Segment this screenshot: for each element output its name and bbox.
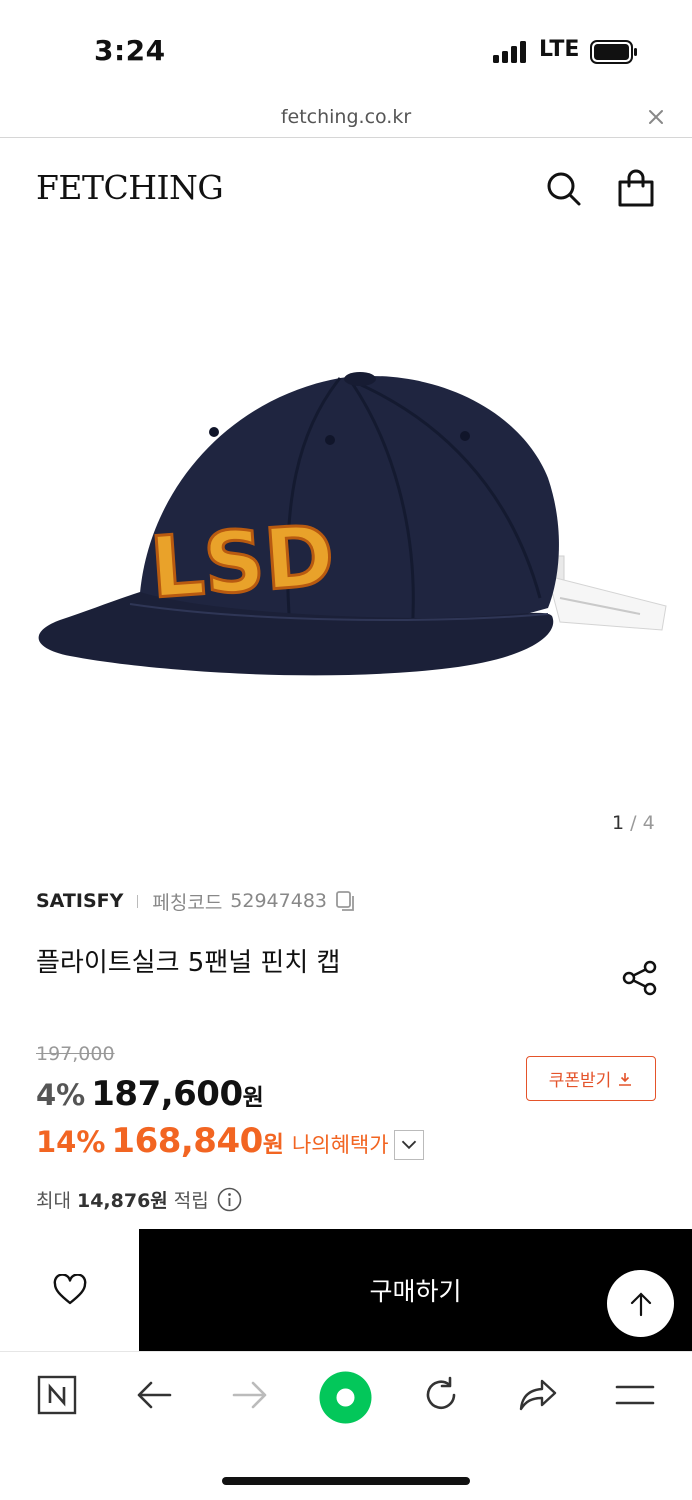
my-benefit-price-row: 14% 168,840 원 나의혜택가 xyxy=(36,1121,389,1161)
coupon-button[interactable]: 쿠폰받기 xyxy=(526,1056,656,1101)
coupon-label: 쿠폰받기 xyxy=(548,1071,612,1091)
info-icon[interactable] xyxy=(217,1187,242,1212)
currency-unit-2: 원 xyxy=(262,1132,284,1158)
chevron-down-icon[interactable] xyxy=(394,1130,424,1160)
heart-icon xyxy=(53,1274,86,1305)
reload-button[interactable] xyxy=(418,1372,464,1418)
sale-price: 187,600 xyxy=(91,1074,243,1114)
site-logo[interactable]: FETCHING xyxy=(36,168,224,207)
brand-row: SATISFY 페칭코드 52947483 xyxy=(36,888,357,914)
like-button[interactable] xyxy=(0,1229,139,1351)
battery-icon xyxy=(590,40,637,64)
points-prefix: 최대 xyxy=(36,1190,71,1212)
product-image[interactable]: LSD xyxy=(0,238,692,798)
site-header: FETCHING xyxy=(0,138,692,238)
price-row: 4% 187,600 원 xyxy=(36,1074,264,1114)
back-button[interactable] xyxy=(131,1372,177,1418)
status-time: 3:24 xyxy=(94,34,166,67)
close-icon[interactable] xyxy=(645,106,667,128)
my-benefit-label: 나의혜택가 xyxy=(291,1133,389,1157)
share-page-button[interactable] xyxy=(515,1372,561,1418)
reload-icon xyxy=(426,1376,456,1410)
download-icon xyxy=(619,1072,632,1086)
cap-logo-text: LSD xyxy=(147,506,337,617)
share-icon[interactable] xyxy=(620,958,660,998)
menu-button[interactable] xyxy=(612,1372,658,1418)
brand-name[interactable]: SATISFY xyxy=(36,890,123,912)
signal-icon xyxy=(493,41,526,63)
original-price: 197,000 xyxy=(36,1043,115,1065)
price-tag-graphic xyxy=(539,555,667,631)
points-suffix: 적립 xyxy=(173,1190,209,1212)
home-indicator xyxy=(222,1477,470,1485)
my-discount-percent: 14% xyxy=(36,1125,106,1159)
browser-toolbar xyxy=(0,1351,692,1441)
browser-url-bar[interactable]: fetching.co.kr xyxy=(0,100,692,138)
url-text: fetching.co.kr xyxy=(280,106,412,128)
green-dot-icon xyxy=(319,1371,372,1424)
points-info: 최대 14,876원 적립 xyxy=(36,1186,242,1213)
currency-unit: 원 xyxy=(242,1085,264,1111)
share-arrow-icon xyxy=(519,1379,557,1411)
code-label: 페칭코드 xyxy=(152,891,223,914)
search-icon[interactable] xyxy=(543,169,583,209)
arrow-up-icon xyxy=(630,1291,651,1316)
naver-n-icon xyxy=(37,1375,77,1415)
image-pager: 1 / 4 xyxy=(612,812,655,834)
menu-icon xyxy=(615,1385,655,1405)
copy-icon[interactable] xyxy=(335,890,357,912)
scroll-top-button[interactable] xyxy=(607,1270,674,1337)
points-value: 14,876원 xyxy=(76,1190,168,1212)
naver-n-button[interactable] xyxy=(34,1372,80,1418)
green-dot-button[interactable] xyxy=(319,1371,372,1424)
forward-button[interactable] xyxy=(227,1372,273,1418)
forward-arrow-icon xyxy=(232,1381,267,1409)
network-type: LTE xyxy=(539,37,580,62)
divider xyxy=(137,894,139,908)
bag-icon[interactable] xyxy=(616,169,656,209)
status-bar: 3:24 LTE xyxy=(0,0,692,100)
discount-percent: 4% xyxy=(36,1078,86,1112)
product-title: 플라이트실크 5팬널 핀치 캡 xyxy=(36,948,341,978)
my-benefit-price: 168,840 xyxy=(111,1121,263,1161)
back-arrow-icon xyxy=(137,1381,172,1409)
product-code: 52947483 xyxy=(230,890,328,912)
buy-bar: 구매하기 xyxy=(0,1229,692,1351)
